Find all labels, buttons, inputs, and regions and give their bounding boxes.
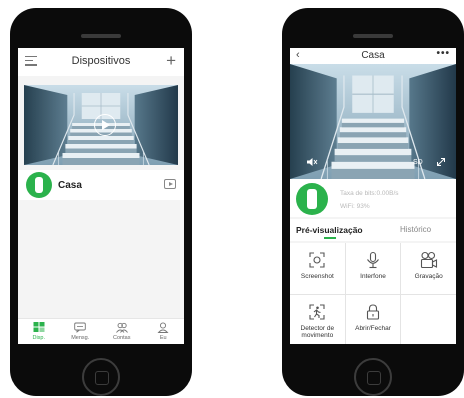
action-grid: Screenshot Interfone Gravação Detector d…	[290, 243, 456, 344]
action-label: Detector de movimento	[300, 324, 335, 339]
user-icon	[157, 322, 169, 333]
motion-detector-button[interactable]: Detector de movimento	[290, 294, 345, 344]
screenshot-button[interactable]: Screenshot	[290, 243, 345, 294]
fullscreen-icon[interactable]	[436, 157, 446, 167]
bitrate-readout: Taxa de bits:0.00B/s	[340, 190, 399, 197]
action-label: Interfone	[360, 273, 386, 280]
device-info-panel: Taxa de bits:0.00B/s WiFi: 93%	[290, 179, 456, 217]
top-bar: ‹ Casa •••	[290, 48, 456, 64]
tab-history[interactable]: Histórico	[400, 225, 431, 234]
active-tab-indicator	[324, 237, 336, 239]
device-list-item[interactable]: Casa	[18, 170, 184, 200]
tab-label: Disp.	[32, 335, 46, 341]
action-label: Screenshot	[300, 273, 334, 280]
tab-me[interactable]: Eu	[143, 319, 185, 344]
home-button[interactable]	[354, 358, 392, 396]
tab-preview[interactable]: Pré-visualização	[296, 225, 363, 235]
speaker-grille	[353, 34, 393, 38]
quality-toggle[interactable]: SD	[413, 159, 423, 166]
screenshot-icon	[309, 252, 325, 268]
accounts-icon	[115, 322, 128, 333]
bottom-tab-bar: Disp. Mensg. Contas Eu	[18, 318, 184, 344]
home-button[interactable]	[82, 358, 120, 396]
open-close-button[interactable]: Abrir/Fechar	[345, 294, 401, 344]
intercom-button[interactable]: Interfone	[345, 243, 401, 294]
tab-label: Mensg.	[71, 335, 90, 341]
camera-preview[interactable]	[24, 85, 178, 165]
speaker-grille	[81, 34, 121, 38]
lock-icon	[366, 303, 380, 320]
more-icon[interactable]: •••	[436, 48, 450, 59]
record-button[interactable]: Gravação	[401, 243, 456, 294]
motion-detector-icon	[309, 303, 325, 320]
plus-icon[interactable]: +	[166, 52, 176, 69]
page-title: Casa	[361, 50, 385, 61]
view-tabs: Pré-visualização Histórico	[290, 219, 456, 241]
empty-cell	[401, 294, 456, 344]
live-video[interactable]: SD	[290, 64, 456, 179]
device-name: Casa	[58, 180, 82, 191]
phone-left: Dispositivos + Casa Disp. Mensg. Contas …	[10, 8, 192, 396]
devices-screen: Dispositivos + Casa Disp. Mensg. Contas …	[18, 48, 184, 344]
devices-icon	[33, 322, 45, 332]
message-icon	[74, 322, 87, 333]
play-icon[interactable]	[94, 114, 116, 136]
microphone-icon	[367, 251, 379, 269]
speaker-mute-icon[interactable]	[306, 157, 318, 167]
tab-devices[interactable]: Disp.	[18, 319, 60, 344]
playback-icon[interactable]	[164, 179, 176, 189]
wifi-strength: WiFi: 93%	[340, 203, 370, 210]
phone-right: ‹ Casa ••• SD Taxa de bits:0.00B/s WiFi:…	[282, 8, 464, 396]
tab-accounts[interactable]: Contas	[101, 319, 143, 344]
tab-label: Contas	[113, 335, 131, 341]
doorbell-icon	[26, 172, 52, 198]
action-label: Gravação	[414, 273, 443, 280]
top-bar: Dispositivos +	[18, 48, 184, 76]
record-video-icon	[420, 251, 437, 269]
page-title: Dispositivos	[71, 55, 131, 67]
doorbell-icon	[296, 183, 328, 215]
action-label: Abrir/Fechar	[355, 324, 391, 332]
tab-messages[interactable]: Mensg.	[60, 319, 102, 344]
live-view-screen: ‹ Casa ••• SD Taxa de bits:0.00B/s WiFi:…	[290, 48, 456, 344]
tab-label: Eu	[159, 335, 167, 341]
